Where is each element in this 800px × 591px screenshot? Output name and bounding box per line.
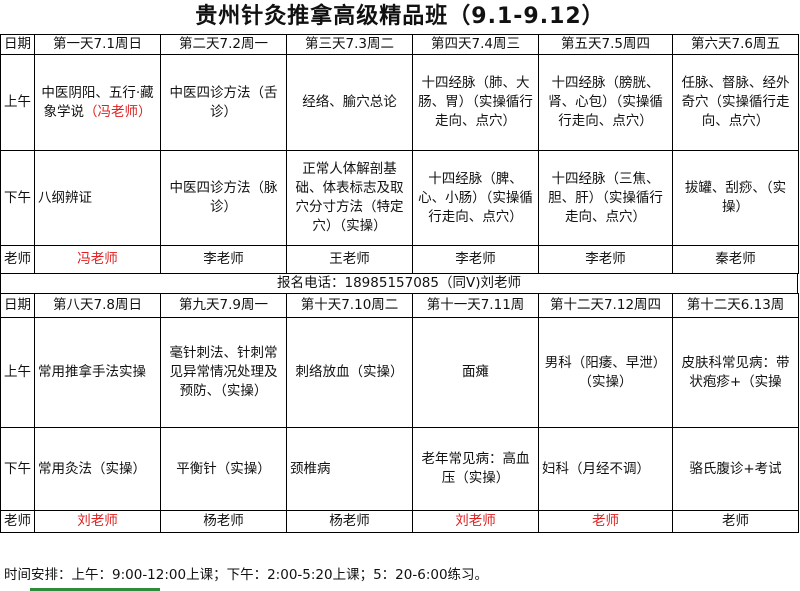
pm-cell: 骆氏腹诊+考试 (672, 427, 799, 511)
am-cell: 毫针刺法、针刺常见异常情况处理及预防、（实操） (160, 317, 287, 428)
week1-teacher-row: 老师 冯老师 李老师 王老师 李老师 李老师 秦老师 (0, 245, 799, 274)
week1-am-row: 上午 中医阴阳、五行·藏象学说（冯老师） 中医四诊方法（舌诊） 经络、腧穴总论 … (0, 54, 799, 151)
am-cell: 任脉、督脉、经外奇穴（实操循行走向、点穴） (672, 54, 799, 151)
day-header: 第十二天6.13周 (672, 293, 799, 318)
am-cell: 中医四诊方法（舌诊） (160, 54, 287, 151)
teacher-cell: 杨老师 (160, 510, 287, 533)
am-cell: 十四经脉（肺、大肠、胃）（实操循行走向、点穴） (412, 54, 539, 151)
teacher-cell: 老师 (672, 510, 799, 533)
teacher-cell: 秦老师 (672, 245, 799, 274)
pm-label: 下午 (0, 150, 35, 246)
am-cell: 皮肤科常见病：带状疱疹+（实操 (672, 317, 799, 428)
pm-cell: 妇科（月经不调） (538, 427, 673, 511)
teacher-cell: 李老师 (160, 245, 287, 274)
teacher-cell: 李老师 (412, 245, 539, 274)
week1-table: 日期 第一天7.1周日 第二天7.2周一 第三天7.3周二 第四天7.4周三 第… (0, 34, 799, 274)
day-header: 第六天7.6周五 (672, 34, 799, 55)
am-label: 上午 (0, 317, 35, 428)
pm-cell: 十四经脉（脾、心、小肠）（实操循行走向、点穴） (412, 150, 539, 246)
teacher-cell: 王老师 (286, 245, 413, 274)
pm-cell: 十四经脉（三焦、胆、肝）（实操循行走向、点穴） (538, 150, 673, 246)
time-schedule-note: 时间安排：上午：9:00-12:00上课；下午：2:00-5:20上课；5：20… (4, 567, 489, 583)
am-cell: 面瘫 (412, 317, 539, 428)
day-header: 第十一天7.11周 (412, 293, 539, 318)
date-label: 日期 (0, 293, 35, 318)
teacher-label: 老师 (0, 245, 35, 274)
am-cell: 经络、腧穴总论 (286, 54, 413, 151)
teacher-cell: 刘老师 (34, 510, 161, 533)
pm-cell: 拔罐、刮痧、（实操） (672, 150, 799, 246)
teacher-cell: 李老师 (538, 245, 673, 274)
am-cell: 刺络放血（实操） (286, 317, 413, 428)
day-header: 第三天7.3周二 (286, 34, 413, 55)
day-header: 第十天7.10周二 (286, 293, 413, 318)
week1-pm-row: 下午 八纲辨证 中医四诊方法（脉诊） 正常人体解剖基础、体表标志及取穴分寸方法（… (0, 150, 799, 246)
pm-cell: 正常人体解剖基础、体表标志及取穴分寸方法（特定穴）（实操） (286, 150, 413, 246)
date-label: 日期 (0, 34, 35, 55)
am-label: 上午 (0, 54, 35, 151)
day-header: 第二天7.2周一 (160, 34, 287, 55)
teacher-cell: 老师 (538, 510, 673, 533)
am-cell: 男科（阳痿、早泄）（实操） (538, 317, 673, 428)
day-header: 第九天7.9周一 (160, 293, 287, 318)
week2-pm-row: 下午 常用灸法（实操） 平衡针（实操） 颈椎病 老年常见病：高血压（实操） 妇科… (0, 427, 799, 511)
teacher-cell: 冯老师 (34, 245, 161, 274)
pm-cell: 常用灸法（实操） (34, 427, 161, 511)
am-cell: 十四经脉（膀胱、肾、心包）（实操循行走向、点穴） (538, 54, 673, 151)
am-cell: 常用推拿手法实操 (34, 317, 161, 428)
teacher-cell: 刘老师 (412, 510, 539, 533)
week2-am-row: 上午 常用推拿手法实操 毫针刺法、针刺常见异常情况处理及预防、（实操） 刺络放血… (0, 317, 799, 428)
pm-cell: 颈椎病 (286, 427, 413, 511)
pm-cell: 平衡针（实操） (160, 427, 287, 511)
pm-label: 下午 (0, 427, 35, 511)
week2-table: 日期 第八天7.8周日 第九天7.9周一 第十天7.10周二 第十一天7.11周… (0, 293, 799, 533)
pm-cell: 老年常见病：高血压（实操） (412, 427, 539, 511)
day-header: 第一天7.1周日 (34, 34, 161, 55)
week2-date-row: 日期 第八天7.8周日 第九天7.9周一 第十天7.10周二 第十一天7.11周… (0, 293, 799, 318)
signup-phone: 报名电话：18985157085（同V)刘老师 (0, 273, 798, 293)
teacher-cell: 杨老师 (286, 510, 413, 533)
day-header: 第四天7.4周三 (412, 34, 539, 55)
week2-teacher-row: 老师 刘老师 杨老师 杨老师 刘老师 老师 老师 (0, 510, 799, 533)
week1-date-row: 日期 第一天7.1周日 第二天7.2周一 第三天7.3周二 第四天7.4周三 第… (0, 34, 799, 55)
page-title: 贵州针灸推拿高级精品班（9.1-9.12） (195, 4, 605, 29)
pm-cell: 中医四诊方法（脉诊） (160, 150, 287, 246)
am-teacher-note: （冯老师） (84, 103, 152, 120)
day-header: 第五天7.5周四 (538, 34, 673, 55)
am-cell: 中医阴阳、五行·藏象学说（冯老师） (34, 54, 161, 151)
pm-cell: 八纲辨证 (34, 150, 161, 246)
day-header: 第十二天7.12周四 (538, 293, 673, 318)
day-header: 第八天7.8周日 (34, 293, 161, 318)
teacher-label: 老师 (0, 510, 35, 533)
